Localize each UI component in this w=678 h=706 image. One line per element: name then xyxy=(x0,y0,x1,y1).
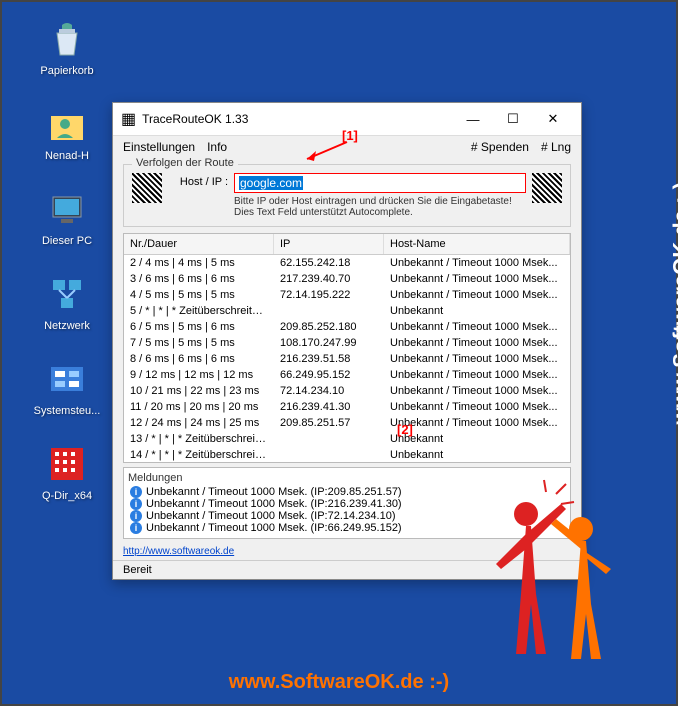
user-folder-icon xyxy=(45,102,89,146)
menu-info[interactable]: Info xyxy=(207,140,227,154)
table-row[interactable]: 9 / 12 ms | 12 ms | 12 ms66.249.95.152Un… xyxy=(124,367,570,383)
app-icon: ▦ xyxy=(121,109,136,129)
info-icon: i xyxy=(130,510,142,522)
col-nr[interactable]: Nr./Dauer xyxy=(124,234,274,254)
watermark-vertical: www.SoftwareOK.de :-) xyxy=(668,182,678,424)
message-row: iUnbekannt / Timeout 1000 Msek. (IP:72.1… xyxy=(128,510,566,522)
info-icon: i xyxy=(130,486,142,498)
table-row[interactable]: 12 / 24 ms | 24 ms | 25 ms209.85.251.57U… xyxy=(124,415,570,431)
table-row[interactable]: 11 / 20 ms | 20 ms | 20 ms216.239.41.30U… xyxy=(124,399,570,415)
qr-icon-right[interactable] xyxy=(532,173,562,203)
watermark-horizontal: www.SoftwareOK.de :-) xyxy=(229,671,449,694)
info-icon: i xyxy=(130,498,142,510)
menubar: Einstellungen Info # Spenden # Lng xyxy=(113,136,581,158)
table-row[interactable]: 2 / 4 ms | 4 ms | 5 ms62.155.242.18Unbek… xyxy=(124,255,570,271)
group-label: Verfolgen der Route xyxy=(132,157,238,169)
table-row[interactable]: 7 / 5 ms | 5 ms | 5 ms108.170.247.99Unbe… xyxy=(124,335,570,351)
messages-label: Meldungen xyxy=(128,472,566,484)
table-row[interactable]: 14 / * | * | * ZeitüberschreitunUnbekann… xyxy=(124,447,570,463)
desktop-icon-qdir[interactable]: Q-Dir_x64 xyxy=(32,442,102,502)
table-row[interactable]: 5 / * | * | * Zeitüberschreitung...Unbek… xyxy=(124,303,570,319)
route-group: Verfolgen der Route Host / IP : google.c… xyxy=(123,164,571,227)
qr-icon-left[interactable] xyxy=(132,173,162,203)
list-header: Nr./Dauer IP Host-Name xyxy=(124,234,570,255)
table-row[interactable]: 6 / 5 ms | 5 ms | 6 ms209.85.252.180Unbe… xyxy=(124,319,570,335)
message-row: iUnbekannt / Timeout 1000 Msek. (IP:66.2… xyxy=(128,522,566,534)
message-row: iUnbekannt / Timeout 1000 Msek. (IP:216.… xyxy=(128,498,566,510)
desktop-icon-recycle[interactable]: Papierkorb xyxy=(32,17,102,77)
titlebar[interactable]: ▦ TraceRouteOK 1.33 — ☐ ✕ xyxy=(113,103,581,136)
menu-lang[interactable]: # Lng xyxy=(541,140,571,154)
host-input[interactable]: google.com xyxy=(234,173,526,193)
menu-settings[interactable]: Einstellungen xyxy=(123,140,195,154)
table-row[interactable]: 3 / 6 ms | 6 ms | 6 ms217.239.40.70Unbek… xyxy=(124,271,570,287)
desktop-icon-control[interactable]: Systemsteu... xyxy=(32,357,102,417)
desktop-icon-user[interactable]: Nenad-H xyxy=(32,102,102,162)
host-label: Host / IP : xyxy=(168,173,228,188)
results-list[interactable]: Nr./Dauer IP Host-Name 2 / 4 ms | 4 ms |… xyxy=(123,233,571,463)
table-row[interactable]: 4 / 5 ms | 5 ms | 5 ms72.14.195.222Unbek… xyxy=(124,287,570,303)
computer-icon xyxy=(45,187,89,231)
qdir-icon xyxy=(45,442,89,486)
col-ip[interactable]: IP xyxy=(274,234,384,254)
message-row: iUnbekannt / Timeout 1000 Msek. (IP:209.… xyxy=(128,486,566,498)
col-host[interactable]: Host-Name xyxy=(384,234,570,254)
table-row[interactable]: 13 / * | * | * Zeitüberschreitun...Unbek… xyxy=(124,431,570,447)
messages-panel: Meldungen iUnbekannt / Timeout 1000 Msek… xyxy=(123,467,571,539)
maximize-button[interactable]: ☐ xyxy=(493,111,533,127)
desktop-icon-network[interactable]: Netzwerk xyxy=(32,272,102,332)
footer-link[interactable]: http://www.softwareok.de xyxy=(113,543,581,560)
minimize-button[interactable]: — xyxy=(453,112,493,127)
network-icon xyxy=(45,272,89,316)
desktop-icon-pc[interactable]: Dieser PC xyxy=(32,187,102,247)
info-icon: i xyxy=(130,522,142,534)
table-row[interactable]: 10 / 21 ms | 22 ms | 23 ms72.14.234.10Un… xyxy=(124,383,570,399)
app-window: ▦ TraceRouteOK 1.33 — ☐ ✕ Einstellungen … xyxy=(112,102,582,580)
table-row[interactable]: 8 / 6 ms | 6 ms | 6 ms216.239.51.58Unbek… xyxy=(124,351,570,367)
close-button[interactable]: ✕ xyxy=(533,111,573,127)
recycle-bin-icon xyxy=(45,17,89,61)
menu-donate[interactable]: # Spenden xyxy=(471,140,529,154)
control-panel-icon xyxy=(45,357,89,401)
window-title: TraceRouteOK 1.33 xyxy=(142,112,453,126)
status-bar: Bereit xyxy=(113,560,581,579)
host-hint: Bitte IP oder Host eintragen und drücken… xyxy=(234,196,526,218)
